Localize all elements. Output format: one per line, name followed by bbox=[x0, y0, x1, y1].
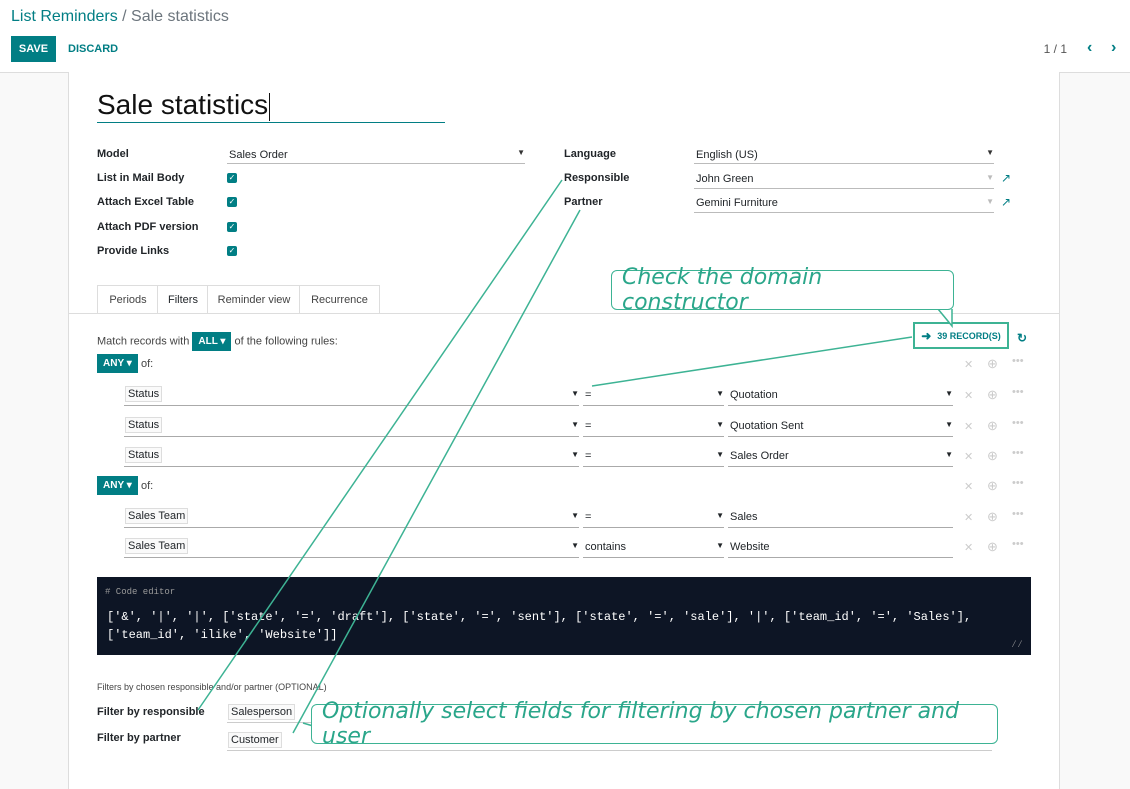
optional-filters-callout: Optionally select fields for filtering b… bbox=[311, 699, 998, 749]
annotation-connector bbox=[292, 209, 581, 734]
annotation-connector bbox=[197, 179, 563, 711]
annotation-connector bbox=[591, 336, 913, 387]
domain-callout: Check the domain constructor bbox=[611, 265, 954, 315]
annotation-lines bbox=[197, 179, 953, 735]
